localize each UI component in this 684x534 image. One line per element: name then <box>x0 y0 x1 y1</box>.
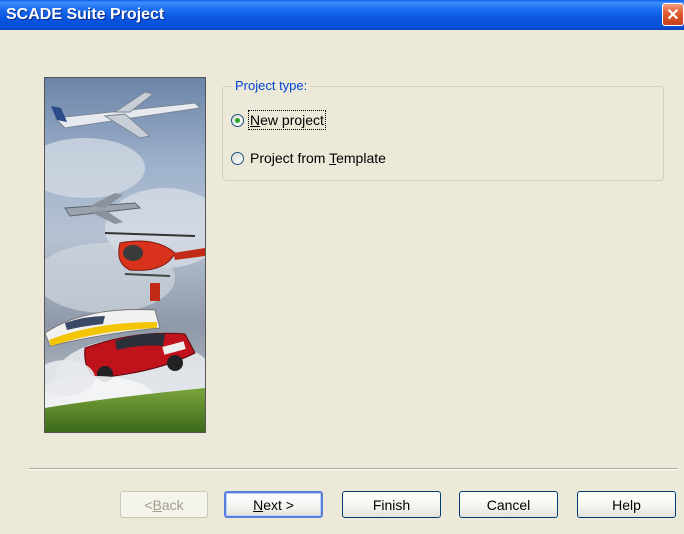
finish-button[interactable]: Finish <box>342 491 441 518</box>
next-button[interactable]: Next > <box>224 491 323 518</box>
banner-image <box>44 77 206 433</box>
back-button[interactable]: < Back <box>120 491 208 518</box>
footer-separator <box>29 468 677 470</box>
help-button[interactable]: Help <box>577 491 676 518</box>
radio-project-from-template[interactable]: Project from Template <box>231 150 386 166</box>
title-bar[interactable]: SCADE Suite Project ✕ <box>0 0 684 30</box>
cancel-button[interactable]: Cancel <box>459 491 558 518</box>
close-button[interactable]: ✕ <box>662 3 684 26</box>
radio-new-project[interactable]: New project <box>231 110 326 130</box>
window-title: SCADE Suite Project <box>6 6 165 23</box>
radio-checked-icon[interactable] <box>231 113 244 127</box>
project-type-group <box>222 86 664 181</box>
banner-illustration <box>45 78 205 432</box>
radio-unchecked-icon[interactable] <box>231 151 244 165</box>
radio-new-project-label[interactable]: New project <box>248 110 326 130</box>
radio-template-label[interactable]: Project from Template <box>250 150 386 166</box>
wizard-window: SCADE Suite Project ✕ Project type: New … <box>0 0 684 534</box>
close-icon: ✕ <box>666 6 680 24</box>
project-type-legend: Project type: <box>232 78 311 93</box>
